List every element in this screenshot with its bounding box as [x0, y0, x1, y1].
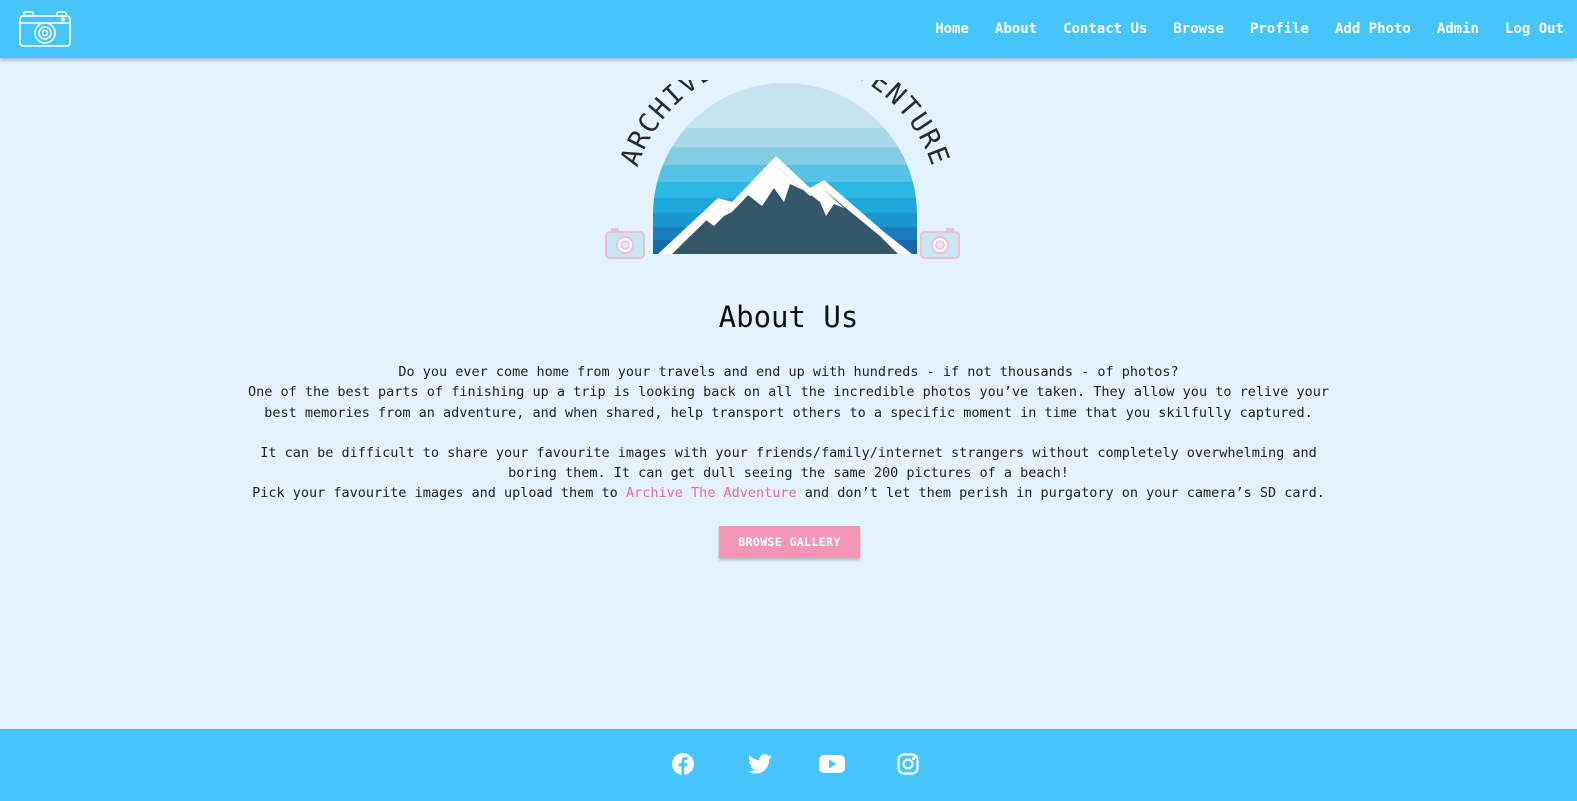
- camera-icon[interactable]: [17, 9, 73, 49]
- nav-link-profile[interactable]: Profile: [1237, 0, 1322, 58]
- nav-link-home[interactable]: Home: [922, 0, 982, 58]
- nav-link-admin[interactable]: Admin: [1424, 0, 1492, 58]
- browse-gallery-button[interactable]: BROWSE GALLERY: [719, 526, 860, 558]
- camera-icon: [920, 228, 960, 259]
- about-paragraph-line: Pick your favourite images and upload th…: [240, 483, 1337, 503]
- facebook-icon[interactable]: [670, 751, 696, 777]
- twitter-icon[interactable]: [747, 751, 773, 777]
- navbar: Home About Contact Us Browse Profile Add…: [0, 0, 1577, 58]
- nav-links: Home About Contact Us Browse Profile Add…: [922, 0, 1577, 58]
- nav-link-browse[interactable]: Browse: [1160, 0, 1237, 58]
- instagram-icon[interactable]: [895, 751, 921, 777]
- nav-link-add-photo[interactable]: Add Photo: [1322, 0, 1424, 58]
- hero-logo: ARCHIVE YOUR ADVENTURE: [598, 36, 978, 270]
- about-paragraph-line: One of the best parts of finishing up a …: [248, 384, 1329, 421]
- brand-link[interactable]: Archive The Adventure: [626, 485, 797, 501]
- footer: [0, 729, 1577, 801]
- about-paragraph-line: It can be difficult to share your favour…: [260, 444, 1317, 482]
- about-text-fragment: and don’t let them perish in purgatory o…: [796, 485, 1325, 502]
- page-title: About Us: [718, 300, 859, 334]
- nav-link-contact-us[interactable]: Contact Us: [1050, 0, 1160, 58]
- nav-link-log-out[interactable]: Log Out: [1492, 0, 1577, 58]
- about-text: Do you ever come home from your travels …: [240, 362, 1337, 504]
- youtube-icon[interactable]: [817, 751, 847, 777]
- about-paragraph-line: Do you ever come home from your travels …: [398, 364, 1179, 380]
- nav-link-about[interactable]: About: [982, 0, 1050, 58]
- about-text-fragment: Pick your favourite images and upload th…: [252, 485, 626, 502]
- camera-icon: [605, 228, 645, 259]
